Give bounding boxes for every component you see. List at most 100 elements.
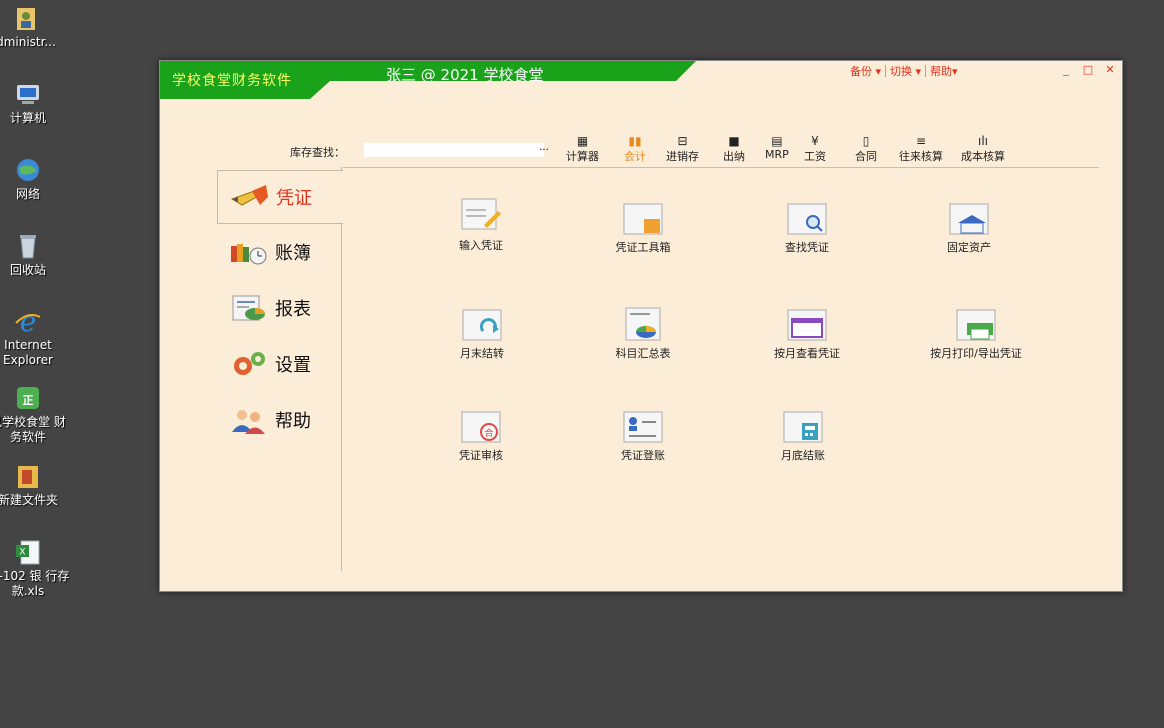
nav-item-voucher[interactable]: 凭证 xyxy=(217,170,343,224)
toolbar-label: 计算器 xyxy=(566,150,599,163)
voucher-toolbox-icon xyxy=(623,203,663,235)
desktop-icon-internet-explorer[interactable]: e Internet Explorer xyxy=(0,307,70,368)
maximize-button[interactable]: □ xyxy=(1082,63,1094,76)
find-voucher-icon xyxy=(787,203,827,235)
desktop-icon-app-shortcut[interactable]: 正 见学校食堂 财务软件 xyxy=(0,384,70,445)
nav-item-settings[interactable]: 设置 xyxy=(217,338,342,390)
tile-label: 月末结转 xyxy=(460,347,504,360)
nav-item-help[interactable]: 帮助 xyxy=(217,394,342,446)
user-company-title: 张三 @ 2021 学校食堂 xyxy=(386,66,544,84)
toolbar-accounting[interactable]: ▮▮ 会计 xyxy=(624,135,646,164)
desktop-icon-label: dministr... xyxy=(0,35,56,49)
desktop-icon-label: Internet Explorer xyxy=(3,338,53,367)
menu-switch[interactable]: 切换 ▾ xyxy=(886,63,925,79)
desktop-icon-label: 新建文件夹 xyxy=(0,493,58,507)
fixed-assets-icon xyxy=(949,203,989,235)
yen-icon: ¥ xyxy=(811,134,819,148)
printer-icon xyxy=(956,309,996,341)
toolbar-label: 合同 xyxy=(855,150,877,163)
report-icon xyxy=(232,295,265,321)
desktop-icon-network[interactable]: 网络 xyxy=(0,156,70,202)
toolbar-mrp[interactable]: ▤ MRP xyxy=(765,135,789,162)
toolbar-cashier[interactable]: ■ 出纳 xyxy=(723,135,745,164)
calendar-icon xyxy=(787,309,827,341)
app-window: 学校食堂财务软件 张三 @ 2021 学校食堂 备份 ▾ 切换 ▾ 帮助▾ _ … xyxy=(159,60,1123,592)
toolbar-contract[interactable]: ▯ 合同 xyxy=(855,135,877,164)
desktop-icon-new-folder[interactable]: 新建文件夹 xyxy=(0,462,70,508)
internet-explorer-icon: e xyxy=(15,307,41,335)
desktop-icon-label: 见学校食堂 财务软件 xyxy=(0,415,66,444)
month-end-transfer-icon xyxy=(462,309,502,341)
nav-label: 设置 xyxy=(275,355,311,376)
nav-label: 帮助 xyxy=(275,411,311,432)
tile-input-voucher[interactable]: 输入凭证 xyxy=(416,197,546,253)
app-shortcut-icon: 正 xyxy=(17,387,39,409)
book-icon: ▮▮ xyxy=(628,134,642,148)
svg-text:正: 正 xyxy=(23,394,34,407)
calculator-icon: ▦ xyxy=(576,134,589,148)
toolbar-label: 会计 xyxy=(624,150,646,163)
desktop-icon-computer[interactable]: 计算机 xyxy=(0,80,70,126)
toolbar-label: 往来核算 xyxy=(899,150,943,163)
tile-subject-summary[interactable]: 科目汇总表 xyxy=(578,307,708,361)
svg-text:合: 合 xyxy=(484,427,493,439)
toolbar-inventory[interactable]: ⊟ 进销存 xyxy=(666,135,699,164)
network-icon xyxy=(17,159,39,181)
tile-label: 凭证审核 xyxy=(459,449,503,462)
tile-label: 科目汇总表 xyxy=(615,347,671,360)
tile-voucher-audit[interactable]: 合 凭证审核 xyxy=(416,411,546,463)
menu-help[interactable]: 帮助▾ xyxy=(926,63,962,79)
toolbar-label: 工资 xyxy=(804,150,826,163)
tile-find-voucher[interactable]: 查找凭证 xyxy=(742,203,872,255)
nav-item-ledger[interactable]: 账簿 xyxy=(217,226,342,278)
menu-backup[interactable]: 备份 ▾ xyxy=(846,63,885,79)
tile-month-close[interactable]: 月底结账 xyxy=(738,411,868,463)
tile-label: 按月查看凭证 xyxy=(774,347,840,360)
close-button[interactable]: ✕ xyxy=(1104,63,1116,76)
list-icon: ≡ xyxy=(915,134,927,148)
inventory-search-input[interactable] xyxy=(364,143,544,157)
subject-summary-icon xyxy=(625,307,661,341)
toolbar-label: 成本核算 xyxy=(961,150,1005,163)
toolbar-cost-accounting[interactable]: ılı 成本核算 xyxy=(961,135,1005,164)
desktop-icon-recycle-bin[interactable]: 回收站 xyxy=(0,232,70,278)
month-close-icon xyxy=(783,411,823,443)
tile-label: 固定资产 xyxy=(947,241,991,254)
tile-print-export-vouchers[interactable]: 按月打印/导出凭证 xyxy=(911,309,1041,361)
tile-month-end-transfer[interactable]: 月末结转 xyxy=(417,309,547,361)
excel-file-icon: X xyxy=(16,540,40,565)
toolbar-payroll[interactable]: ¥ 工资 xyxy=(804,135,826,164)
gears-icon xyxy=(234,352,265,375)
search-browse-button[interactable]: ... xyxy=(537,143,551,157)
voucher-audit-icon: 合 xyxy=(461,411,501,443)
toolbar-calculator[interactable]: ▦ 计算器 xyxy=(566,135,599,164)
minimize-button[interactable]: _ xyxy=(1060,63,1072,76)
bar-chart-icon: ılı xyxy=(977,134,988,148)
tile-fixed-assets[interactable]: 固定资产 xyxy=(904,203,1034,255)
tile-label: 查找凭证 xyxy=(785,241,829,254)
tile-voucher-posting[interactable]: 凭证登账 xyxy=(578,411,708,463)
nav-label: 报表 xyxy=(275,299,311,320)
folder-icon xyxy=(18,466,38,488)
inventory-search-label: 库存查找： xyxy=(290,146,345,159)
tile-label: 凭证登账 xyxy=(621,449,665,462)
svg-text:e: e xyxy=(20,307,37,335)
desktop-icon-label: 回收站 xyxy=(9,263,46,277)
tile-label: 输入凭证 xyxy=(459,239,503,252)
toolbar-receivables[interactable]: ≡ 往来核算 xyxy=(899,135,943,164)
tile-view-monthly-vouchers[interactable]: 按月查看凭证 xyxy=(742,309,872,361)
nav-label: 凭证 xyxy=(276,188,312,209)
tile-label: 凭证工具箱 xyxy=(615,241,671,254)
toolbar-label: 出纳 xyxy=(723,150,745,163)
desktop-icon-label: 网络 xyxy=(15,187,40,201)
desktop-icon-administrator[interactable]: dministr... xyxy=(0,4,68,50)
recycle-bin-icon xyxy=(20,235,36,259)
tile-label: 月底结账 xyxy=(781,449,825,462)
nav-label: 账簿 xyxy=(275,243,311,264)
tile-voucher-toolbox[interactable]: 凭证工具箱 xyxy=(578,203,708,255)
nav-item-reports[interactable]: 报表 xyxy=(217,282,342,334)
toolbar-divider xyxy=(343,167,1099,168)
desktop-icon-excel-file[interactable]: X 账-102 银 行存款.xls xyxy=(0,538,70,599)
voucher-post-icon xyxy=(623,411,663,443)
desktop-icon-label: 账-102 银 行存款.xls xyxy=(0,569,70,598)
